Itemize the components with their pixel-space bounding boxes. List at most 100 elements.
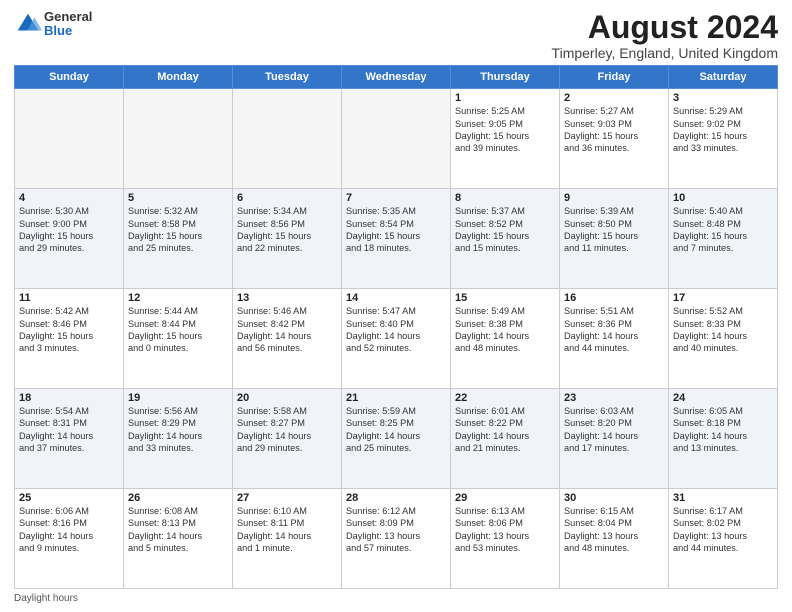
calendar-cell: 13Sunrise: 5:46 AM Sunset: 8:42 PM Dayli… <box>233 289 342 389</box>
day-info: Sunrise: 5:40 AM Sunset: 8:48 PM Dayligh… <box>673 205 773 255</box>
calendar-week-4: 18Sunrise: 5:54 AM Sunset: 8:31 PM Dayli… <box>15 389 778 489</box>
calendar-cell: 27Sunrise: 6:10 AM Sunset: 8:11 PM Dayli… <box>233 489 342 589</box>
calendar-cell: 14Sunrise: 5:47 AM Sunset: 8:40 PM Dayli… <box>342 289 451 389</box>
calendar-cell: 2Sunrise: 5:27 AM Sunset: 9:03 PM Daylig… <box>560 89 669 189</box>
day-info: Sunrise: 6:01 AM Sunset: 8:22 PM Dayligh… <box>455 405 555 455</box>
day-number: 15 <box>455 292 555 304</box>
daylight-label: Daylight hours <box>14 593 78 604</box>
calendar-cell: 31Sunrise: 6:17 AM Sunset: 8:02 PM Dayli… <box>669 489 778 589</box>
calendar-cell: 29Sunrise: 6:13 AM Sunset: 8:06 PM Dayli… <box>451 489 560 589</box>
calendar-cell: 20Sunrise: 5:58 AM Sunset: 8:27 PM Dayli… <box>233 389 342 489</box>
day-number: 5 <box>128 192 228 204</box>
calendar-table: SundayMondayTuesdayWednesdayThursdayFrid… <box>14 65 778 589</box>
calendar-cell: 30Sunrise: 6:15 AM Sunset: 8:04 PM Dayli… <box>560 489 669 589</box>
day-number: 19 <box>128 392 228 404</box>
day-info: Sunrise: 5:47 AM Sunset: 8:40 PM Dayligh… <box>346 305 446 355</box>
calendar-cell: 16Sunrise: 5:51 AM Sunset: 8:36 PM Dayli… <box>560 289 669 389</box>
calendar-cell: 7Sunrise: 5:35 AM Sunset: 8:54 PM Daylig… <box>342 189 451 289</box>
calendar-cell: 25Sunrise: 6:06 AM Sunset: 8:16 PM Dayli… <box>15 489 124 589</box>
day-number: 2 <box>564 92 664 104</box>
day-number: 11 <box>19 292 119 304</box>
day-info: Sunrise: 5:49 AM Sunset: 8:38 PM Dayligh… <box>455 305 555 355</box>
day-info: Sunrise: 5:44 AM Sunset: 8:44 PM Dayligh… <box>128 305 228 355</box>
day-number: 27 <box>237 492 337 504</box>
day-number: 8 <box>455 192 555 204</box>
day-info: Sunrise: 5:35 AM Sunset: 8:54 PM Dayligh… <box>346 205 446 255</box>
calendar-cell: 17Sunrise: 5:52 AM Sunset: 8:33 PM Dayli… <box>669 289 778 389</box>
day-info: Sunrise: 5:46 AM Sunset: 8:42 PM Dayligh… <box>237 305 337 355</box>
footer: Daylight hours <box>14 593 778 604</box>
day-number: 10 <box>673 192 773 204</box>
calendar-cell: 11Sunrise: 5:42 AM Sunset: 8:46 PM Dayli… <box>15 289 124 389</box>
day-number: 12 <box>128 292 228 304</box>
day-number: 31 <box>673 492 773 504</box>
day-number: 25 <box>19 492 119 504</box>
day-number: 1 <box>455 92 555 104</box>
calendar-cell: 26Sunrise: 6:08 AM Sunset: 8:13 PM Dayli… <box>124 489 233 589</box>
logo-blue-text: Blue <box>44 24 92 38</box>
day-number: 26 <box>128 492 228 504</box>
calendar-week-3: 11Sunrise: 5:42 AM Sunset: 8:46 PM Dayli… <box>15 289 778 389</box>
calendar-cell: 10Sunrise: 5:40 AM Sunset: 8:48 PM Dayli… <box>669 189 778 289</box>
day-number: 6 <box>237 192 337 204</box>
calendar-week-5: 25Sunrise: 6:06 AM Sunset: 8:16 PM Dayli… <box>15 489 778 589</box>
day-info: Sunrise: 6:10 AM Sunset: 8:11 PM Dayligh… <box>237 505 337 555</box>
calendar-cell: 24Sunrise: 6:05 AM Sunset: 8:18 PM Dayli… <box>669 389 778 489</box>
subtitle: Timperley, England, United Kingdom <box>552 45 778 61</box>
calendar-cell: 18Sunrise: 5:54 AM Sunset: 8:31 PM Dayli… <box>15 389 124 489</box>
calendar-cell: 12Sunrise: 5:44 AM Sunset: 8:44 PM Dayli… <box>124 289 233 389</box>
day-info: Sunrise: 5:29 AM Sunset: 9:02 PM Dayligh… <box>673 105 773 155</box>
day-info: Sunrise: 5:39 AM Sunset: 8:50 PM Dayligh… <box>564 205 664 255</box>
calendar-cell <box>342 89 451 189</box>
logo-general-text: General <box>44 10 92 24</box>
calendar-cell: 5Sunrise: 5:32 AM Sunset: 8:58 PM Daylig… <box>124 189 233 289</box>
day-info: Sunrise: 5:34 AM Sunset: 8:56 PM Dayligh… <box>237 205 337 255</box>
day-info: Sunrise: 6:03 AM Sunset: 8:20 PM Dayligh… <box>564 405 664 455</box>
day-info: Sunrise: 6:08 AM Sunset: 8:13 PM Dayligh… <box>128 505 228 555</box>
weekday-header-sunday: Sunday <box>15 66 124 89</box>
weekday-header-tuesday: Tuesday <box>233 66 342 89</box>
day-number: 7 <box>346 192 446 204</box>
day-info: Sunrise: 5:54 AM Sunset: 8:31 PM Dayligh… <box>19 405 119 455</box>
weekday-header-monday: Monday <box>124 66 233 89</box>
day-info: Sunrise: 5:58 AM Sunset: 8:27 PM Dayligh… <box>237 405 337 455</box>
logo-icon <box>14 10 42 38</box>
day-number: 29 <box>455 492 555 504</box>
logo: General Blue <box>14 10 92 39</box>
day-info: Sunrise: 5:59 AM Sunset: 8:25 PM Dayligh… <box>346 405 446 455</box>
day-number: 23 <box>564 392 664 404</box>
calendar-cell: 15Sunrise: 5:49 AM Sunset: 8:38 PM Dayli… <box>451 289 560 389</box>
day-info: Sunrise: 5:32 AM Sunset: 8:58 PM Dayligh… <box>128 205 228 255</box>
calendar-cell: 6Sunrise: 5:34 AM Sunset: 8:56 PM Daylig… <box>233 189 342 289</box>
day-number: 17 <box>673 292 773 304</box>
calendar-cell <box>124 89 233 189</box>
page: General Blue August 2024 Timperley, Engl… <box>0 0 792 612</box>
day-number: 14 <box>346 292 446 304</box>
calendar-cell: 22Sunrise: 6:01 AM Sunset: 8:22 PM Dayli… <box>451 389 560 489</box>
calendar-cell <box>15 89 124 189</box>
day-number: 28 <box>346 492 446 504</box>
day-number: 20 <box>237 392 337 404</box>
calendar-cell <box>233 89 342 189</box>
calendar-cell: 9Sunrise: 5:39 AM Sunset: 8:50 PM Daylig… <box>560 189 669 289</box>
day-info: Sunrise: 6:12 AM Sunset: 8:09 PM Dayligh… <box>346 505 446 555</box>
day-number: 24 <box>673 392 773 404</box>
day-number: 16 <box>564 292 664 304</box>
calendar-cell: 28Sunrise: 6:12 AM Sunset: 8:09 PM Dayli… <box>342 489 451 589</box>
calendar-cell: 23Sunrise: 6:03 AM Sunset: 8:20 PM Dayli… <box>560 389 669 489</box>
day-info: Sunrise: 6:15 AM Sunset: 8:04 PM Dayligh… <box>564 505 664 555</box>
day-number: 4 <box>19 192 119 204</box>
weekday-header-saturday: Saturday <box>669 66 778 89</box>
calendar-cell: 4Sunrise: 5:30 AM Sunset: 9:00 PM Daylig… <box>15 189 124 289</box>
day-info: Sunrise: 6:05 AM Sunset: 8:18 PM Dayligh… <box>673 405 773 455</box>
day-number: 22 <box>455 392 555 404</box>
day-number: 13 <box>237 292 337 304</box>
day-info: Sunrise: 5:27 AM Sunset: 9:03 PM Dayligh… <box>564 105 664 155</box>
weekday-header-wednesday: Wednesday <box>342 66 451 89</box>
day-info: Sunrise: 5:25 AM Sunset: 9:05 PM Dayligh… <box>455 105 555 155</box>
day-info: Sunrise: 6:17 AM Sunset: 8:02 PM Dayligh… <box>673 505 773 555</box>
weekday-header-row: SundayMondayTuesdayWednesdayThursdayFrid… <box>15 66 778 89</box>
day-info: Sunrise: 6:06 AM Sunset: 8:16 PM Dayligh… <box>19 505 119 555</box>
day-info: Sunrise: 5:56 AM Sunset: 8:29 PM Dayligh… <box>128 405 228 455</box>
title-block: August 2024 Timperley, England, United K… <box>552 10 778 61</box>
